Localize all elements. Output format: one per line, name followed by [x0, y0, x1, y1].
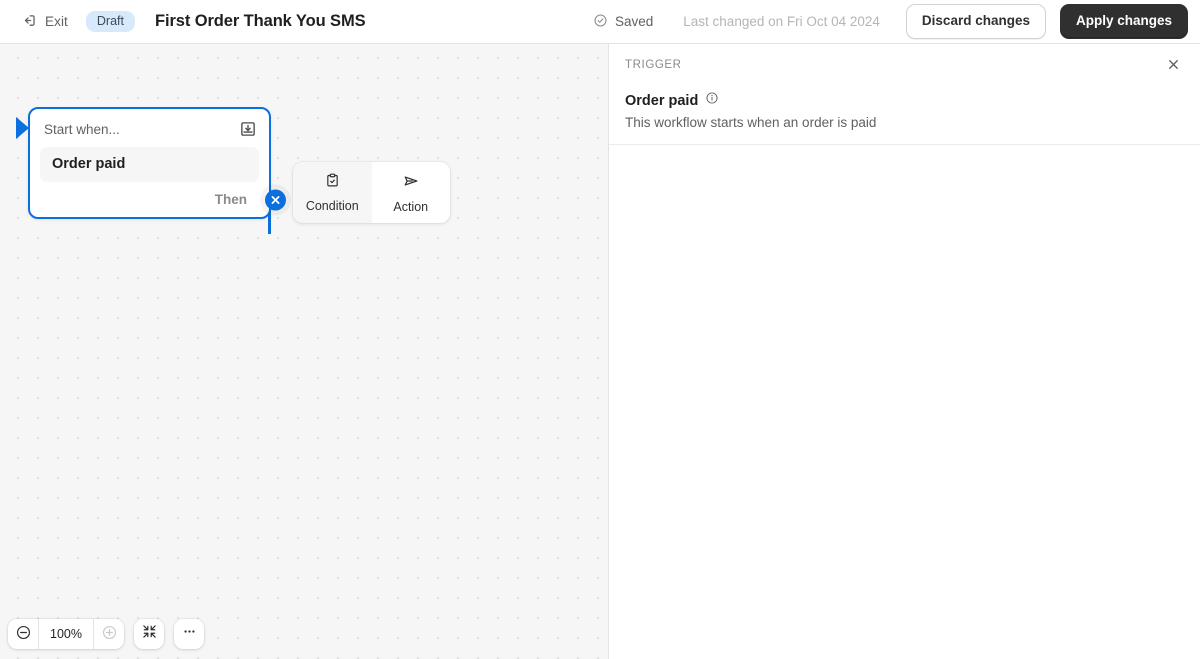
- panel-title-row: Order paid: [625, 91, 1184, 110]
- minus-circle-icon: [15, 624, 32, 644]
- page-title: First Order Thank You SMS: [155, 12, 366, 30]
- saved-label: Saved: [615, 14, 654, 29]
- add-action-option[interactable]: Action: [371, 162, 450, 223]
- fit-to-screen-icon: [141, 623, 158, 645]
- exit-label: Exit: [45, 14, 68, 29]
- canvas-zoom-toolbar: 100%: [8, 619, 204, 649]
- saved-status: Saved: [585, 9, 661, 35]
- add-step-popover: Condition Action: [293, 162, 450, 223]
- exit-arrow-icon: [20, 12, 37, 32]
- panel-description: This workflow starts when an order is pa…: [625, 115, 877, 130]
- panel-close-button[interactable]: [1160, 54, 1186, 80]
- trigger-card-value[interactable]: Order paid: [40, 147, 259, 182]
- top-bar: Exit Draft First Order Thank You SMS Sav…: [0, 0, 1200, 44]
- trigger-details-panel: TRIGGER Order paid This workflow starts …: [609, 44, 1200, 659]
- ellipsis-icon: [181, 623, 198, 645]
- zoom-out-button[interactable]: [8, 619, 38, 649]
- zoom-control-group: 100%: [8, 619, 124, 649]
- trigger-card-footer: Then: [30, 182, 291, 217]
- add-action-label: Action: [393, 199, 429, 214]
- more-options-button[interactable]: [174, 619, 204, 649]
- apply-changes-button[interactable]: Apply changes: [1059, 4, 1188, 39]
- trigger-card-pointer: [16, 117, 29, 139]
- zoom-in-button[interactable]: [94, 619, 124, 649]
- exit-button[interactable]: Exit: [14, 8, 74, 36]
- status-badge: Draft: [85, 10, 135, 33]
- check-circle-icon: [593, 13, 608, 31]
- close-icon: [1167, 58, 1180, 76]
- panel-body: Order paid This workflow starts when an …: [609, 80, 1200, 144]
- fit-to-screen-button[interactable]: [134, 619, 164, 649]
- discard-changes-button[interactable]: Discard changes: [905, 4, 1046, 39]
- panel-divider: [609, 144, 1200, 145]
- workflow-canvas[interactable]: Start when... Order paid Then Condition …: [0, 44, 609, 659]
- add-condition-label: Condition: [305, 199, 359, 213]
- plus-circle-icon: [101, 624, 118, 644]
- last-changed-text: Last changed on Fri Oct 04 2024: [683, 14, 880, 29]
- send-paper-plane-icon: [402, 172, 420, 195]
- add-condition-option[interactable]: Condition: [293, 162, 372, 223]
- top-bar-actions: Saved Last changed on Fri Oct 04 2024 Di…: [585, 4, 1188, 39]
- panel-header: TRIGGER: [609, 44, 1200, 80]
- trigger-card[interactable]: Start when... Order paid Then: [16, 107, 291, 219]
- close-circle-icon[interactable]: [265, 189, 286, 210]
- clipboard-check-icon: [324, 172, 341, 194]
- panel-title: Order paid: [625, 92, 699, 109]
- inbox-download-icon: [239, 120, 257, 138]
- zoom-level-value[interactable]: 100%: [38, 619, 94, 649]
- then-label: Then: [214, 192, 247, 207]
- info-circle-icon[interactable]: [705, 91, 719, 110]
- trigger-card-header-label: Start when...: [44, 121, 120, 137]
- panel-kicker-label: TRIGGER: [625, 59, 682, 71]
- trigger-card-header: Start when...: [30, 109, 269, 147]
